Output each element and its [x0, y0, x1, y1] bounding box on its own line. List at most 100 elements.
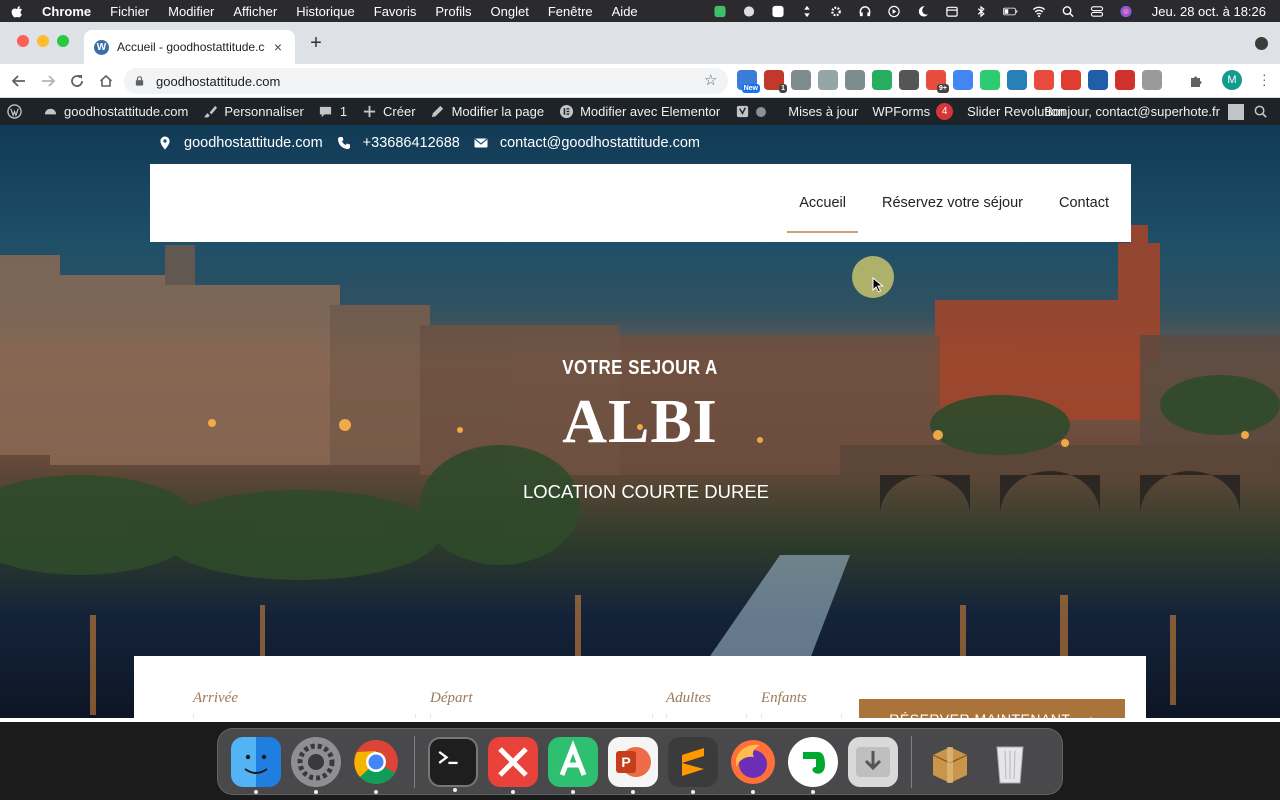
colorful-extension-icon[interactable]: 9+ — [926, 70, 949, 93]
browser-tab-active[interactable]: W Accueil - goodhostattitude.com × — [84, 30, 295, 64]
new-tab-button[interactable]: + — [307, 33, 325, 53]
x-app-icon[interactable] — [488, 736, 538, 794]
tab-search-icon[interactable] — [1255, 37, 1268, 50]
system-preferences-running-indicator — [314, 789, 318, 794]
wp-site-name[interactable]: goodhostattitude.com — [42, 104, 188, 120]
calendar-extension-badge: 1 — [779, 84, 787, 93]
wp-elementor[interactable]: Modifier avec Elementor — [558, 104, 720, 120]
wp-updates[interactable]: Mises à jour — [788, 104, 858, 119]
powerpoint-icon[interactable]: P — [608, 736, 658, 794]
a-app-dock-icon[interactable] — [548, 736, 598, 794]
menu-modifier[interactable]: Modifier — [168, 4, 214, 19]
wordpress-extension-icon[interactable] — [899, 70, 919, 90]
menu-app-name[interactable]: Chrome — [42, 4, 91, 19]
wordpress-favicon-icon: W — [94, 39, 109, 55]
calendar-icon[interactable] — [945, 5, 960, 18]
minimize-window-button[interactable] — [37, 35, 49, 47]
code-extension-icon[interactable] — [791, 70, 811, 90]
close-window-button[interactable] — [17, 35, 29, 47]
site-phone-text[interactable]: +33686412688 — [363, 135, 460, 151]
wp-new-content[interactable]: Créer — [361, 104, 416, 120]
address-bar[interactable]: goodhostattitude.com ☆ — [124, 68, 728, 94]
control-center-icon[interactable] — [1090, 5, 1105, 18]
red-extension-icon[interactable] — [1061, 70, 1081, 90]
wifi-icon[interactable] — [1032, 5, 1047, 18]
bluetooth-icon[interactable] — [974, 5, 989, 18]
forward-button[interactable] — [37, 70, 59, 92]
settings-extension-icon[interactable] — [845, 70, 865, 90]
menu-historique[interactable]: Historique — [296, 4, 355, 19]
menu-afficher[interactable]: Afficher — [233, 4, 277, 19]
nav-accueil[interactable]: Accueil — [787, 164, 858, 242]
menu-aide[interactable]: Aide — [612, 4, 638, 19]
home-button[interactable] — [95, 70, 117, 92]
wp-avatar[interactable] — [1228, 103, 1244, 120]
grey-extension-icon[interactable] — [1142, 70, 1162, 90]
installer-disk-icon[interactable] — [848, 736, 898, 787]
terminal-icon[interactable] — [428, 736, 478, 792]
search-icon[interactable] — [1061, 5, 1076, 18]
dropper-extension-icon[interactable] — [872, 70, 892, 90]
a-app-icon[interactable] — [771, 5, 786, 18]
profile-avatar[interactable]: M — [1222, 70, 1242, 90]
site-phone-info[interactable]: +33686412688 — [337, 135, 460, 151]
wp-logo-menu[interactable] — [6, 104, 28, 120]
firefox-icon[interactable] — [728, 737, 778, 794]
play-icon[interactable] — [887, 5, 902, 18]
wp-yoast[interactable] — [734, 104, 774, 120]
reload-button[interactable] — [66, 70, 88, 92]
wp-comments[interactable]: 1 — [318, 104, 347, 120]
siri-icon[interactable] — [1119, 5, 1134, 18]
heart-extension-icon[interactable] — [980, 70, 1000, 90]
sublime-text-icon[interactable] — [668, 736, 718, 794]
evernote-status-icon[interactable] — [742, 5, 757, 18]
x-app-running-indicator — [511, 789, 515, 794]
wp-customize[interactable]: Personnaliser — [202, 104, 304, 120]
headphones-icon[interactable] — [858, 5, 873, 18]
fullscreen-window-button[interactable] — [57, 35, 69, 47]
finder-icon[interactable] — [231, 736, 281, 794]
url-text[interactable]: goodhostattitude.com — [156, 74, 704, 89]
menu-fenetre[interactable]: Fenêtre — [548, 4, 593, 19]
menubar-clock[interactable]: Jeu. 28 oct. à 18:26 — [1152, 4, 1266, 19]
globe-extension-icon[interactable] — [1088, 70, 1108, 90]
menu-onglet[interactable]: Onglet — [491, 4, 529, 19]
site-email-text[interactable]: contact@goodhostattitude.com — [500, 135, 700, 151]
wp-edit-page[interactable]: Modifier la page — [430, 104, 544, 120]
menu-fichier[interactable]: Fichier — [110, 4, 149, 19]
chrome-menu-icon[interactable]: · · · — [1262, 67, 1267, 91]
chrome-icon[interactable] — [351, 737, 401, 794]
blue-extension-icon[interactable] — [1007, 70, 1027, 90]
c-extension-icon[interactable] — [1034, 70, 1054, 90]
extensions-puzzle-button[interactable] — [1185, 70, 1207, 92]
k-app-icon[interactable] — [713, 5, 728, 18]
nav-reservez[interactable]: Réservez votre séjour — [882, 164, 1023, 242]
apple-icon[interactable] — [10, 4, 24, 18]
nav-contact[interactable]: Contact — [1059, 164, 1109, 242]
yoast-icon — [734, 104, 750, 120]
evernote-running-indicator — [811, 789, 815, 794]
site-email-info[interactable]: contact@goodhostattitude.com — [474, 135, 700, 151]
wp-wpforms[interactable]: WPForms 4 — [872, 103, 954, 120]
system-preferences-icon[interactable] — [291, 736, 341, 794]
archive-utility-icon[interactable] — [925, 737, 975, 787]
abp-extension-icon[interactable] — [1115, 70, 1135, 90]
updown-arrows-icon[interactable] — [800, 5, 815, 18]
gear-icon[interactable] — [829, 5, 844, 18]
chat-extension-icon[interactable] — [818, 70, 838, 90]
wp-search-icon[interactable] — [1252, 104, 1268, 120]
new-extension-icon[interactable]: New — [737, 70, 760, 93]
wp-greeting[interactable]: Bonjour, contact@superhote.fr — [1044, 104, 1220, 119]
translate-extension-icon[interactable] — [953, 70, 973, 90]
calendar-extension-icon[interactable]: 1 — [764, 70, 787, 93]
evernote-icon[interactable] — [788, 736, 838, 794]
bookmark-star-icon[interactable]: ☆ — [704, 73, 718, 88]
battery-icon[interactable] — [1002, 5, 1018, 18]
moon-icon[interactable] — [916, 5, 931, 18]
back-button[interactable] — [8, 70, 30, 92]
trash-icon[interactable] — [985, 737, 1035, 787]
close-tab-icon[interactable]: × — [271, 40, 285, 54]
lock-icon[interactable] — [134, 75, 146, 87]
menu-favoris[interactable]: Favoris — [374, 4, 417, 19]
menu-profils[interactable]: Profils — [435, 4, 471, 19]
